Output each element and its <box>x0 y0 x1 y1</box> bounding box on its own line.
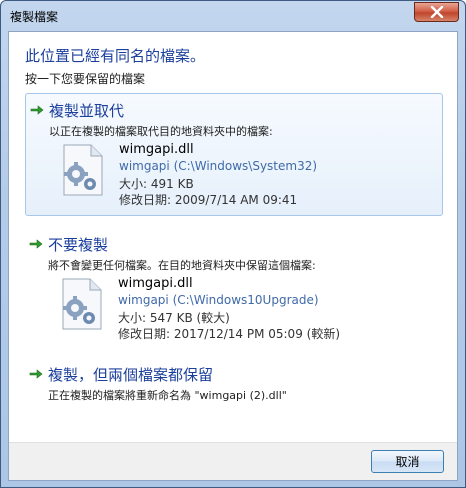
file-size: 大小: 547 KB (較大) <box>118 311 230 325</box>
dialog-window: 複製檔案 此位置已經有同名的檔案。 按一下您要保留的檔案 複製並取代 以正在複製… <box>0 0 466 488</box>
option-dont-copy[interactable]: 不要複製 將不會變更任何檔案。在目的地資料夾中保留這個檔案: wimgapi.d… <box>25 228 443 351</box>
file-path: wimgapi (C:\Windows10Upgrade) <box>118 293 319 307</box>
option-title: 複製並取代 <box>49 102 125 120</box>
window-title: 複製檔案 <box>10 10 59 24</box>
dll-file-icon <box>62 278 102 330</box>
file-path: wimgapi (C:\Windows\System32) <box>119 159 318 173</box>
file-modified: 修改日期: 2017/12/14 PM 05:09 (較新) <box>118 327 341 341</box>
title-bar[interactable]: 複製檔案 <box>1 1 465 31</box>
file-modified: 修改日期: 2009/7/14 AM 09:41 <box>119 193 298 207</box>
close-button[interactable] <box>414 2 459 22</box>
green-arrow-icon <box>29 239 43 249</box>
green-arrow-icon <box>30 105 44 115</box>
dll-file-icon <box>63 144 103 196</box>
option-description: 以正在複製的檔案取代目的地資料夾中的檔案: <box>49 125 273 138</box>
dialog-footer: 取消 <box>9 442 457 480</box>
option-description: 正在複製的檔案將重新命名為 "wimgapi (2).dll" <box>48 389 287 402</box>
cancel-button[interactable]: 取消 <box>371 450 444 473</box>
option-copy-and-replace[interactable]: 複製並取代 以正在複製的檔案取代目的地資料夾中的檔案: wimgapi.dll … <box>25 93 443 216</box>
green-arrow-icon <box>29 369 43 379</box>
option-copy-keep-both[interactable]: 複製，但兩個檔案都保留 正在複製的檔案將重新命名為 "wimgapi (2).d… <box>25 358 443 408</box>
close-icon <box>430 6 443 18</box>
dialog-content: 此位置已經有同名的檔案。 按一下您要保留的檔案 複製並取代 以正在複製的檔案取代… <box>8 31 458 481</box>
dialog-subheading: 按一下您要保留的檔案 <box>25 72 146 86</box>
dialog-heading: 此位置已經有同名的檔案。 <box>25 47 206 65</box>
option-description: 將不會變更任何檔案。在目的地資料夾中保留這個檔案: <box>48 259 316 272</box>
file-name: wimgapi.dll <box>119 142 194 157</box>
file-name: wimgapi.dll <box>118 276 193 291</box>
file-size: 大小: 491 KB <box>119 177 194 191</box>
option-title: 複製，但兩個檔案都保留 <box>48 366 214 384</box>
option-title: 不要複製 <box>48 236 109 254</box>
